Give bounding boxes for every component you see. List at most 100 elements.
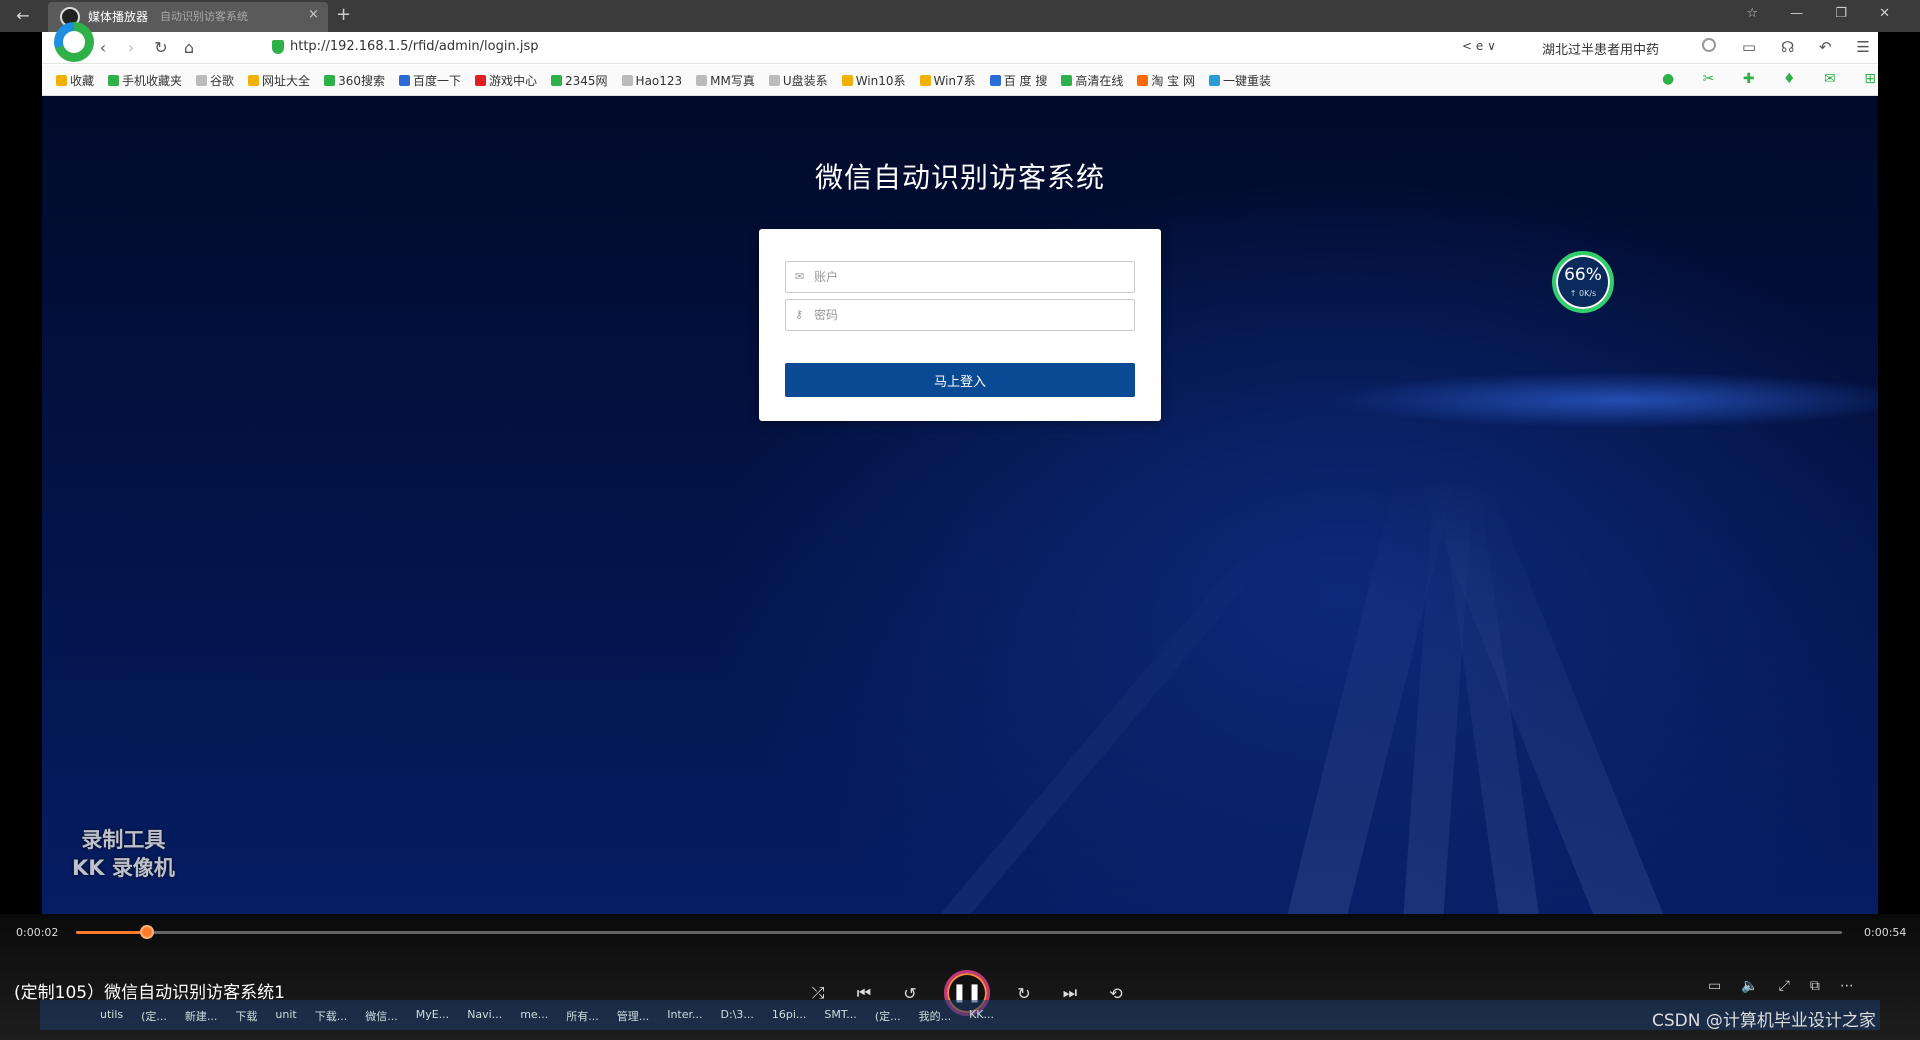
favorites-list: 收藏 手机收藏夹 谷歌 网址大全 360搜索 百度一下 游戏中心 2345网 Hao123 MM写… [56, 72, 1271, 89]
browser-tool-icons[interactable]: ▭ ☊ ↶ ☰ [1742, 38, 1880, 56]
taskbar-item[interactable]: me... [520, 1008, 548, 1024]
taskbar-item[interactable]: D:\3... [721, 1008, 754, 1024]
taskbar-item[interactable]: Navi... [467, 1008, 502, 1024]
tab-subtitle: 自动识别访客系统 [160, 10, 248, 23]
player-right-controls: ▭ 🔈 ⤢ ⧉ ⋯ [1708, 978, 1854, 994]
seek-handle[interactable] [139, 925, 154, 939]
favorite-label: 谷歌 [210, 74, 235, 88]
net-speed: ↑ 0K/s [1569, 289, 1597, 298]
favorite-icon [474, 75, 486, 86]
seek-bar-fill [76, 931, 147, 934]
favorite-icon [196, 75, 208, 86]
envelope-icon: ✉ [795, 270, 805, 283]
favorite-item[interactable]: Win10系 [841, 72, 906, 89]
taskbar-item[interactable]: utils [100, 1008, 123, 1024]
favorites-bar: 收藏 手机收藏夹 谷歌 网址大全 360搜索 百度一下 游戏中心 2345网 Hao123 MM写… [42, 65, 1878, 96]
key-icon: ⚷ [795, 308, 804, 321]
taskbar-item[interactable]: 16pi... [772, 1008, 807, 1024]
password-field[interactable]: ⚷ [785, 299, 1135, 331]
favorite-icon [1208, 75, 1220, 86]
favorite-icon [768, 75, 780, 86]
taskbar-item[interactable]: (定... [141, 1008, 167, 1024]
taskbar-item[interactable]: SMT... [824, 1008, 856, 1024]
more-icon[interactable]: ⋯ [1840, 978, 1854, 994]
favorite-item[interactable]: U盘装系 [768, 72, 828, 89]
home-icon[interactable]: ⌂ [178, 38, 200, 57]
search-icon[interactable] [1702, 38, 1716, 52]
taskbar-item[interactable]: (定... [875, 1008, 901, 1024]
favorite-item[interactable]: Win7系 [919, 72, 976, 89]
net-percent: 66% [1564, 265, 1602, 285]
taskbar-item[interactable]: 管理... [617, 1008, 650, 1024]
secure-shield-icon [272, 40, 284, 54]
taskbar-item[interactable]: 所有... [566, 1008, 599, 1024]
favorite-item[interactable]: Hao123 [621, 72, 683, 89]
player-tab[interactable]: 媒体播放器 自动识别访客系统 × [48, 2, 328, 32]
subtitle-icon[interactable]: ▭ [1708, 978, 1721, 994]
favorite-icon [696, 75, 708, 86]
favorite-icon [56, 75, 67, 86]
favorite-label: 百度一下 [412, 74, 461, 88]
favorite-item[interactable]: 谷歌 [196, 72, 234, 89]
favorite-item[interactable]: 高清在线 [1061, 72, 1123, 89]
favorite-item[interactable]: 淘 宝 网 [1137, 72, 1195, 89]
favorite-icon [841, 75, 853, 86]
player-title-bar: ← 媒体播放器 自动识别访客系统 × + ☆ — ❐ ✕ [0, 0, 1920, 32]
account-input[interactable] [814, 262, 1128, 292]
taskbar-item[interactable]: 微信... [365, 1008, 398, 1024]
favorite-item[interactable]: 游戏中心 [474, 72, 537, 89]
favorite-item[interactable]: 手机收藏夹 [108, 72, 182, 89]
forward-icon[interactable]: › [120, 38, 142, 57]
favorite-label: 游戏中心 [488, 74, 537, 88]
login-page: 微信自动识别访客系统 ✉ ⚷ 马上登入 66% ↑ 0K/s 录制工具 KK 录… [42, 96, 1878, 914]
reload-icon[interactable]: ↻ [150, 38, 172, 57]
share-icon[interactable]: < e ∨ [1462, 39, 1496, 53]
taskbar-item[interactable]: 下载 [235, 1008, 257, 1024]
windows-taskbar: utils (定... 新建... 下载 unit 下载... 微信... MyE... Nav… [40, 1000, 1880, 1030]
favorite-label: 手机收藏夹 [122, 74, 183, 88]
back-arrow-icon[interactable]: ← [10, 6, 36, 26]
extension-icons[interactable]: ● ✂ ✚ ♦ ✉ ⊞ [1662, 71, 1888, 87]
favorite-label: 360搜索 [338, 74, 385, 88]
taskbar-item[interactable]: unit [275, 1008, 296, 1024]
taskbar-item[interactable]: MyE... [416, 1008, 449, 1024]
favorite-item[interactable]: 百 度 搜 [989, 72, 1048, 89]
favorite-item[interactable]: 网址大全 [248, 72, 310, 89]
favorite-icon [621, 75, 633, 86]
favorite-label: Win10系 [855, 74, 906, 88]
seek-bar[interactable] [76, 925, 1842, 939]
taskbar-item[interactable]: 新建... [185, 1008, 218, 1024]
login-button[interactable]: 马上登入 [785, 363, 1135, 397]
close-icon[interactable]: × [308, 7, 319, 22]
network-speed-widget[interactable]: 66% ↑ 0K/s [1552, 251, 1614, 313]
favorite-icon [398, 75, 410, 86]
window-controls[interactable]: ☆ — ❐ ✕ [1746, 6, 1904, 21]
account-field[interactable]: ✉ [785, 261, 1135, 293]
favorite-item[interactable]: 百度一下 [398, 72, 461, 89]
taskbar-item[interactable]: Inter... [667, 1008, 702, 1024]
volume-icon[interactable]: 🔈 [1741, 978, 1758, 994]
favorite-icon [324, 75, 336, 86]
favorite-label: MM写真 [710, 74, 755, 88]
favorite-label: 一键重装 [1222, 74, 1271, 88]
taskbar-item[interactable]: 下载... [315, 1008, 348, 1024]
password-input[interactable] [814, 300, 1128, 330]
favorite-item[interactable]: 一键重装 [1208, 72, 1271, 89]
favorite-label: Hao123 [635, 73, 683, 88]
favorite-item[interactable]: 2345网 [551, 72, 608, 89]
url-input[interactable]: http://192.168.1.5/rfid/admin/login.jsp [290, 39, 539, 54]
search-input[interactable]: 湖北过半患者用中药 [1542, 39, 1659, 58]
favorite-label: 百 度 搜 [1003, 74, 1048, 88]
favorite-icon [1061, 75, 1073, 86]
back-icon[interactable]: ‹ [92, 38, 114, 57]
favorite-item[interactable]: 360搜索 [324, 72, 385, 89]
favorite-item[interactable]: 收藏 [56, 72, 94, 89]
fullscreen-icon[interactable]: ⤢ [1779, 978, 1790, 994]
favorite-icon [919, 75, 931, 86]
taskbar-item[interactable]: 我的... [919, 1008, 952, 1024]
new-tab-icon[interactable]: + [336, 4, 351, 25]
pip-icon[interactable]: ⧉ [1810, 978, 1820, 994]
favorite-item[interactable]: MM写真 [696, 72, 755, 89]
browser-logo-icon [54, 22, 94, 62]
taskbar-item[interactable]: KK... [969, 1008, 994, 1024]
